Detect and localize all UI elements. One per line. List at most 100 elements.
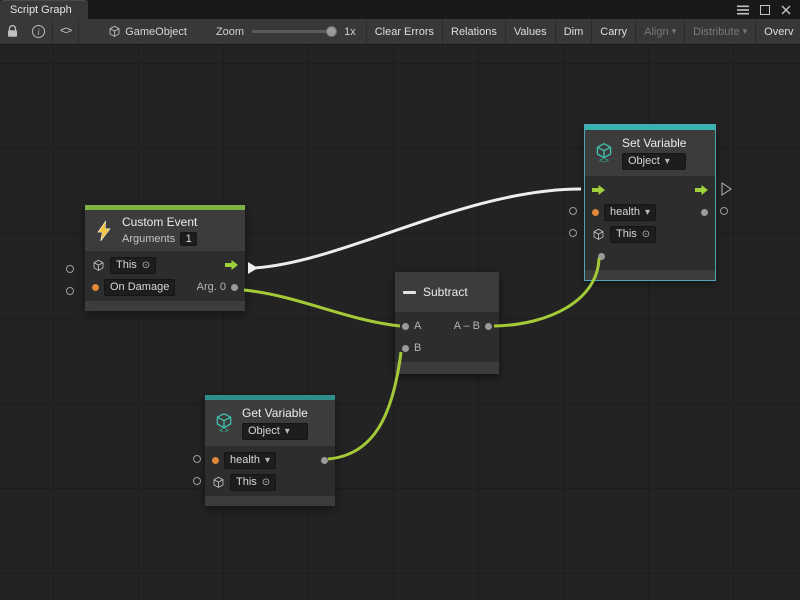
- target-port-row: This ⊙: [585, 223, 715, 245]
- chevron-down-icon: ▾: [645, 206, 650, 219]
- event-name-row: On Damage Arg. 0: [85, 276, 245, 298]
- script-graph-window: Script Graph i <> GameObject: [0, 0, 800, 600]
- relations-button[interactable]: Relations: [442, 19, 505, 44]
- cube-icon: [108, 25, 121, 38]
- subtract-header[interactable]: Subtract: [395, 272, 499, 312]
- input-a-label: A: [414, 320, 421, 332]
- target-picker-icon[interactable]: ⊙: [142, 259, 150, 272]
- tab-bar: Script Graph: [0, 0, 800, 19]
- custom-event-header[interactable]: Custom Event Arguments 1: [85, 210, 245, 251]
- flow-in-port[interactable]: [592, 185, 605, 195]
- window-menu-icon[interactable]: [737, 5, 749, 15]
- flow-out-port[interactable]: [225, 260, 238, 270]
- svg-text:<>: <>: [219, 427, 229, 434]
- info-icon[interactable]: i: [25, 19, 52, 44]
- lock-icon[interactable]: [0, 19, 25, 44]
- toolbar-separator: [78, 19, 79, 44]
- string-port[interactable]: [592, 209, 599, 216]
- code-preview-icon[interactable]: <>: [53, 19, 78, 44]
- chevron-down-icon: ▾: [672, 26, 677, 37]
- zoom-control: Zoom 1x: [216, 26, 366, 38]
- minus-icon: [403, 291, 416, 294]
- arg-output-port[interactable]: [231, 284, 238, 291]
- target-field[interactable]: This ⊙: [110, 257, 156, 274]
- target-field[interactable]: This ⊙: [610, 226, 656, 243]
- variable-scope-dropdown[interactable]: Object ▾: [622, 153, 686, 170]
- node-set-variable[interactable]: <> Set Variable Object ▾ health ▾: [585, 125, 715, 280]
- node-footer: [585, 270, 715, 280]
- node-footer: [205, 496, 335, 506]
- node-subtract[interactable]: Subtract A A – B B: [395, 272, 499, 374]
- gameobject-label: GameObject: [125, 26, 187, 38]
- variable-cube-icon: <>: [213, 412, 235, 434]
- values-button[interactable]: Values: [505, 19, 555, 44]
- string-port[interactable]: [212, 457, 219, 464]
- arguments-label: Arguments: [122, 233, 175, 245]
- clear-errors-button[interactable]: Clear Errors: [366, 19, 442, 44]
- value-output-port[interactable]: [321, 457, 328, 464]
- overview-button[interactable]: Overv: [755, 19, 800, 44]
- node-footer: [395, 362, 499, 374]
- node-get-variable[interactable]: <> Get Variable Object ▾ health ▾: [205, 395, 335, 506]
- node-title: Set Variable: [622, 136, 686, 150]
- string-port[interactable]: [92, 284, 99, 291]
- chevron-down-icon: ▾: [743, 26, 748, 37]
- flow-port-row: [585, 179, 715, 201]
- graph-toolbar: i <> GameObject Zoom 1x Clear Errors Rel…: [0, 19, 800, 45]
- zoom-label: Zoom: [216, 26, 244, 38]
- input-b-label: B: [414, 342, 421, 354]
- variable-name-dropdown[interactable]: health ▾: [224, 452, 276, 469]
- svg-text:<>: <>: [599, 157, 609, 164]
- zoom-slider[interactable]: [252, 30, 336, 33]
- node-footer: [85, 301, 245, 311]
- tab-script-graph[interactable]: Script Graph: [0, 0, 88, 19]
- chevron-down-icon: ▾: [285, 425, 290, 438]
- chevron-down-icon: ▾: [265, 454, 270, 467]
- carry-button[interactable]: Carry: [591, 19, 635, 44]
- variable-name-row: health ▾: [205, 449, 335, 471]
- target-field[interactable]: This ⊙: [230, 474, 276, 491]
- lightning-icon: [93, 220, 115, 242]
- chevron-down-icon: ▾: [665, 155, 670, 168]
- input-b-port[interactable]: [402, 345, 409, 352]
- variable-name-row: health ▾: [585, 201, 715, 223]
- result-port[interactable]: [485, 323, 492, 330]
- zoom-value: 1x: [344, 26, 356, 38]
- window-controls: [737, 0, 800, 19]
- value-input-port[interactable]: [598, 253, 605, 260]
- variable-scope-dropdown[interactable]: Object ▾: [242, 423, 308, 440]
- cube-icon: [92, 259, 105, 272]
- value-output-port[interactable]: [701, 209, 708, 216]
- target-picker-icon[interactable]: ⊙: [262, 476, 270, 489]
- target-port-row: This ⊙: [85, 254, 245, 276]
- dim-button[interactable]: Dim: [555, 19, 592, 44]
- input-a-port[interactable]: [402, 323, 409, 330]
- get-variable-header[interactable]: <> Get Variable Object ▾: [205, 400, 335, 446]
- node-custom-event[interactable]: Custom Event Arguments 1 This ⊙: [85, 205, 245, 311]
- toolbar-buttons: Clear Errors Relations Values Dim Carry …: [366, 19, 800, 44]
- node-title: Subtract: [423, 285, 468, 299]
- output-label: A – B: [454, 320, 480, 332]
- arguments-field[interactable]: 1: [180, 232, 197, 246]
- input-a-row: A A – B: [395, 315, 499, 337]
- zoom-slider-thumb[interactable]: [326, 26, 337, 37]
- node-title: Get Variable: [242, 406, 308, 420]
- align-button: Align▾: [635, 19, 684, 44]
- target-picker-icon[interactable]: ⊙: [642, 228, 650, 241]
- event-name-field[interactable]: On Damage: [104, 279, 175, 296]
- input-b-row: B: [395, 337, 499, 359]
- variable-name-dropdown[interactable]: health ▾: [604, 204, 656, 221]
- close-icon[interactable]: [781, 5, 791, 15]
- cube-icon: [212, 476, 225, 489]
- node-title: Custom Event: [122, 215, 197, 229]
- value-input-row: [585, 245, 715, 267]
- variable-cube-icon: <>: [593, 142, 615, 164]
- tab-label: Script Graph: [10, 4, 72, 16]
- gameobject-reference[interactable]: GameObject: [101, 19, 194, 44]
- target-port-row: This ⊙: [205, 471, 335, 493]
- set-variable-header[interactable]: <> Set Variable Object ▾: [585, 130, 715, 176]
- flow-out-port[interactable]: [695, 185, 708, 195]
- distribute-button: Distribute▾: [684, 19, 755, 44]
- window-dock-icon[interactable]: [760, 5, 770, 15]
- cube-icon: [592, 228, 605, 241]
